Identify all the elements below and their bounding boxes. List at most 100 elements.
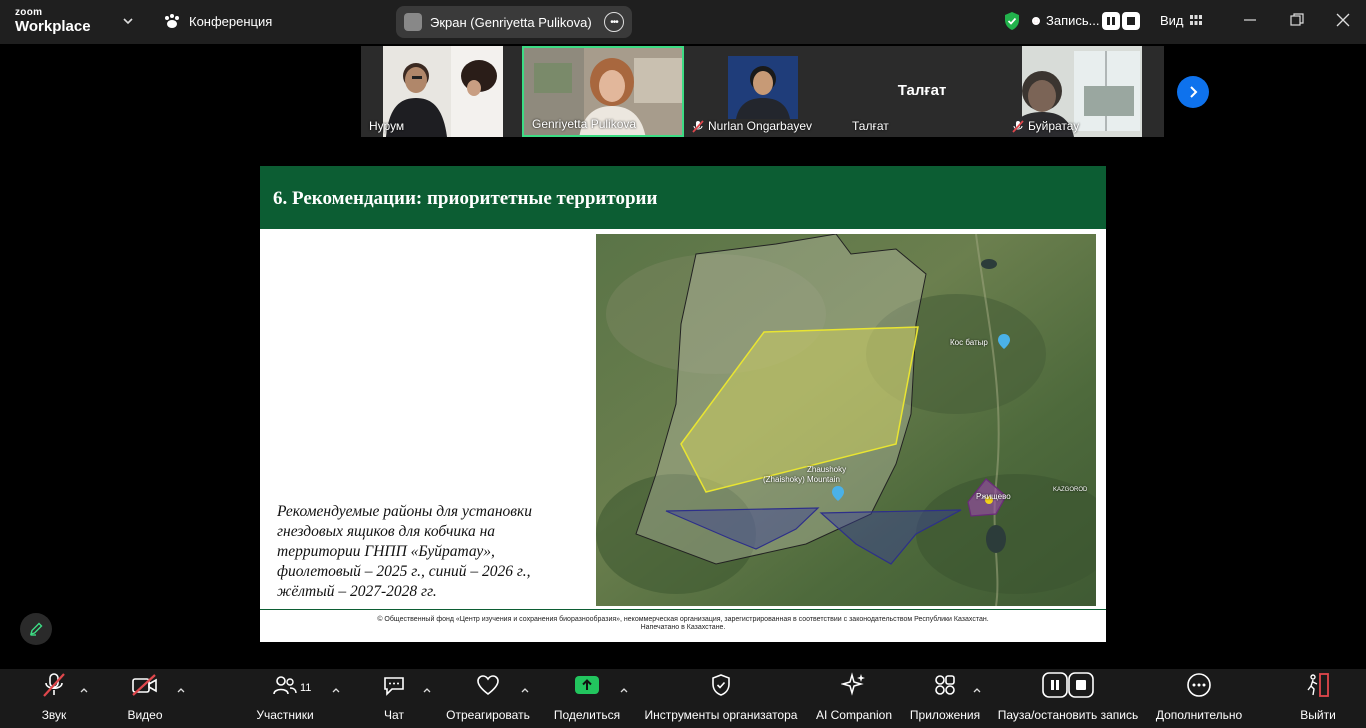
- audio-label: Звук: [41, 708, 67, 722]
- ai-companion-label: AI Companion: [815, 708, 893, 722]
- video-options-caret-icon[interactable]: [177, 687, 185, 693]
- slide-footer: © Общественный фонд «Центр изучения и со…: [377, 616, 989, 631]
- pencil-icon: [29, 622, 43, 636]
- participant-name: Nurlan Ongarbayev: [692, 119, 812, 133]
- map-image: [596, 234, 1096, 606]
- participants-count: 11: [300, 682, 312, 694]
- map-label-kos-batyr: Кос батыр: [950, 338, 988, 347]
- muted-mic-icon: [1012, 119, 1024, 133]
- chat-label: Чат: [384, 708, 404, 722]
- participant-strip: Нурум Genriyetta Pulikova Nurlan Ongarba…: [361, 46, 1164, 137]
- participant-tile[interactable]: Нурум: [361, 46, 503, 137]
- restore-icon[interactable]: [1289, 12, 1305, 28]
- leave-button[interactable]: Выйти: [1298, 669, 1338, 728]
- screen-share-indicator[interactable]: Экран (Genriyetta Pulikova) •••: [396, 6, 632, 38]
- apps-button[interactable]: Приложения: [908, 669, 982, 728]
- leave-door-icon: [1307, 673, 1329, 697]
- share-label: Поделиться: [553, 708, 621, 722]
- logo-top-text: zoom: [15, 7, 43, 18]
- chevron-down-icon[interactable]: [122, 14, 134, 28]
- stop-recording-button[interactable]: [1122, 12, 1140, 30]
- participant-tile[interactable]: Талғат Талғат: [844, 46, 1004, 137]
- participant-name: Буйратау: [1012, 119, 1079, 133]
- zoom-workplace-logo[interactable]: zoom Workplace: [15, 7, 91, 35]
- participant-name: Талғат: [852, 119, 889, 133]
- participants-icon: [273, 676, 297, 695]
- participant-tile[interactable]: Буйратау: [1004, 46, 1164, 137]
- more-options-icon[interactable]: •••: [604, 12, 624, 32]
- screen-share-label: Экран (Genriyetta Pulikova): [430, 14, 592, 30]
- participant-tile[interactable]: Nurlan Ongarbayev: [684, 46, 844, 137]
- participants-options-caret-icon[interactable]: [332, 687, 340, 693]
- muted-mic-icon: [692, 119, 704, 133]
- map-label-town: Ржищево: [976, 492, 1011, 501]
- participant-name: Genriyetta Pulikova: [532, 117, 637, 131]
- apps-label: Приложения: [909, 708, 981, 722]
- camera-off-icon: [132, 674, 157, 696]
- sparkle-icon: [841, 672, 865, 696]
- chat-button[interactable]: Чат: [380, 669, 408, 728]
- apps-icon: [935, 675, 955, 695]
- leave-label: Выйти: [1300, 708, 1336, 722]
- recording-label: Запись...: [1046, 13, 1100, 28]
- react-options-caret-icon[interactable]: [521, 687, 529, 693]
- pause-recording-button[interactable]: [1102, 12, 1120, 30]
- host-shield-icon: [712, 674, 730, 696]
- chat-options-caret-icon[interactable]: [423, 687, 431, 693]
- audio-button[interactable]: Звук: [34, 669, 74, 728]
- map-label-mountain: Zhaushoky: [807, 465, 847, 474]
- share-screen-icon: [575, 676, 599, 694]
- react-button[interactable]: Отреагировать: [446, 669, 530, 728]
- recording-indicator: Запись...: [1032, 13, 1100, 28]
- conference-info-button[interactable]: Конференция: [163, 13, 272, 29]
- share-options-caret-icon[interactable]: [620, 687, 628, 693]
- apps-options-caret-icon[interactable]: [973, 687, 981, 693]
- more-button[interactable]: Дополнительно: [1155, 669, 1243, 728]
- satellite-map: Кос батыр Zhaushoky (Zhaishoky) Mountain…: [596, 234, 1096, 606]
- slide-body-text: Рекомендуемые районы для установки гнезд…: [277, 503, 533, 600]
- host-tools-button[interactable]: Инструменты организатора: [644, 669, 798, 728]
- host-tools-label: Инструменты организатора: [644, 708, 798, 722]
- recording-controls-icon: [1042, 672, 1094, 698]
- conference-label: Конференция: [189, 13, 273, 29]
- logo-bottom-text: Workplace: [15, 18, 91, 35]
- slide-footer-divider: [260, 609, 1106, 610]
- shared-screen: 6. Рекомендации: приоритетные территории…: [260, 139, 1106, 669]
- video-label: Видео: [127, 708, 163, 722]
- presenter-avatar: [404, 13, 422, 31]
- security-shield-icon[interactable]: [1003, 11, 1021, 31]
- participants-label: Участники: [256, 708, 314, 722]
- meeting-toolbar: Звук Видео Участники 11 Чат Отреагироват…: [0, 669, 1366, 728]
- close-icon[interactable]: [1335, 12, 1351, 28]
- presentation-slide: 6. Рекомендации: приоритетные территории…: [260, 166, 1106, 642]
- grid-view-icon: [1189, 15, 1202, 25]
- slide-header: 6. Рекомендации: приоритетные территории: [260, 166, 1106, 229]
- heart-icon: [477, 675, 499, 696]
- share-screen-button[interactable]: Поделиться: [553, 669, 621, 728]
- next-participants-button[interactable]: [1177, 76, 1209, 108]
- participants-button[interactable]: Участники: [252, 669, 318, 728]
- stop-icon: [1127, 17, 1135, 25]
- chat-icon: [384, 677, 404, 696]
- mic-muted-icon: [43, 673, 65, 697]
- react-label: Отреагировать: [446, 708, 530, 722]
- participant-display-name: Талғат: [897, 82, 947, 99]
- title-bar: zoom Workplace Конференция Экран (Genriy…: [0, 0, 1366, 44]
- minimize-icon[interactable]: [1242, 12, 1258, 28]
- more-icon: [1187, 673, 1211, 697]
- map-label-mountain-alt: (Zhaishoky) Mountain: [763, 475, 840, 484]
- chevron-right-icon: [1190, 86, 1198, 98]
- view-button[interactable]: Вид: [1160, 13, 1202, 28]
- annotate-button[interactable]: [20, 613, 52, 645]
- video-button[interactable]: Видео: [124, 669, 166, 728]
- ai-companion-button[interactable]: AI Companion: [815, 669, 893, 728]
- map-label-kazgorod: KAZGOROD: [1053, 487, 1088, 493]
- slide-title: 6. Рекомендации: приоритетные территории: [273, 188, 658, 209]
- view-label: Вид: [1160, 13, 1184, 28]
- pause-stop-recording-button[interactable]: Пауза/остановить запись: [997, 669, 1139, 728]
- audio-options-caret-icon[interactable]: [80, 687, 88, 693]
- participant-tile-active[interactable]: Genriyetta Pulikova: [522, 46, 684, 137]
- recording-dot-icon: [1032, 16, 1040, 25]
- participant-name: Нурум: [369, 119, 405, 133]
- more-label: Дополнительно: [1155, 708, 1243, 722]
